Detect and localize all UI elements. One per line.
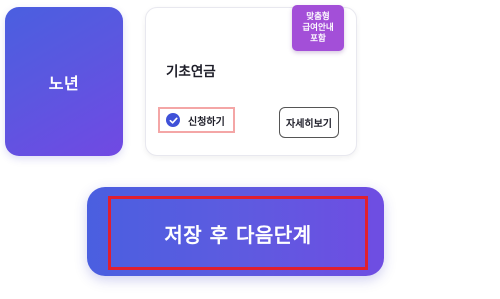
- custom-benefit-badge: 맞춤형 급여안내 포함: [292, 5, 344, 51]
- badge-line-3: 포함: [310, 33, 326, 44]
- save-button-highlight: 저장 후 다음단계: [108, 196, 368, 270]
- benefit-card-basic-pension: 맞춤형 급여안내 포함 기초연금 신청하기 자세히보기: [145, 5, 357, 156]
- category-label: 노년: [48, 73, 80, 93]
- save-and-next-label: 저장 후 다음단계: [164, 222, 312, 247]
- benefit-title: 기초연금: [166, 64, 216, 80]
- apply-button[interactable]: 신청하기: [158, 107, 235, 133]
- badge-line-2: 급여안내: [302, 22, 334, 33]
- category-tile-senior[interactable]: 노년: [5, 7, 123, 156]
- view-details-button[interactable]: 자세히보기: [279, 107, 339, 138]
- badge-line-1: 맞춤형: [306, 11, 330, 22]
- apply-label: 신청하기: [188, 116, 225, 128]
- save-and-next-button[interactable]: 저장 후 다음단계: [87, 187, 384, 276]
- check-circle-icon: [166, 113, 180, 127]
